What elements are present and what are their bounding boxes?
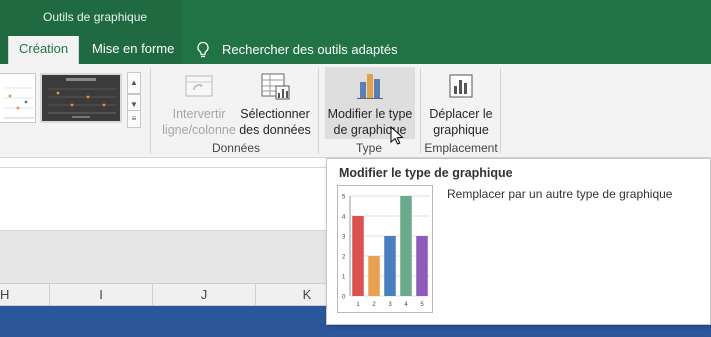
chart-style-thumbnail-selected[interactable]: [40, 73, 122, 123]
switch-row-column-button[interactable]: Intervertir ligne/colonne: [160, 70, 238, 138]
column-header-label: J: [200, 287, 208, 302]
change-chart-type-icon: [357, 74, 383, 99]
chart-style-preview-dark: [48, 78, 116, 118]
move-chart-icon: [449, 74, 473, 98]
switch-row-column-label1: Intervertir: [172, 107, 226, 121]
bar: [352, 216, 364, 296]
tooltip-title: Modifier le type de graphique: [339, 166, 513, 180]
switch-row-column-icon: [185, 75, 213, 97]
column-header-h[interactable]: H: [0, 284, 50, 305]
ribbon-tabs: Création Mise en forme Rechercher des ou…: [0, 36, 711, 64]
bar: [400, 196, 412, 296]
select-data-icon: [261, 73, 290, 100]
move-chart-label1: Déplacer le: [429, 107, 493, 121]
move-chart-label2: graphique: [433, 123, 489, 137]
gallery-scroll-up[interactable]: ▲: [127, 72, 141, 94]
contextual-tab-group: Outils de graphique: [0, 0, 181, 36]
y-tick-label: 4: [342, 215, 346, 221]
select-data-label2: des données: [239, 123, 311, 137]
y-tick-label: 3: [342, 235, 346, 241]
mouse-cursor-icon: [390, 126, 404, 145]
column-header-label: H: [0, 287, 10, 302]
group-separator: [420, 68, 421, 154]
y-tick-label: 1: [342, 275, 346, 281]
tell-me-search[interactable]: Rechercher des outils adaptés: [222, 42, 398, 57]
move-chart-button[interactable]: Déplacer le graphique: [424, 70, 498, 138]
change-chart-type-label1: Modifier le type: [327, 107, 413, 121]
column-header-j[interactable]: J: [153, 284, 256, 305]
y-tick-label: 5: [342, 195, 346, 201]
gallery-more-button[interactable]: ≡: [127, 110, 141, 128]
group-separator: [150, 68, 151, 154]
x-tick-label: 5: [420, 302, 424, 308]
column-header-i[interactable]: I: [50, 284, 153, 305]
ribbon-panel: ▲ ▼ ≡ Intervertir ligne/colonne Sélectio…: [0, 64, 711, 158]
group-separator: [500, 68, 501, 154]
tooltip-description: Remplacer par un autre type de graphique: [447, 187, 673, 201]
chart-style-thumbnail[interactable]: [0, 73, 36, 123]
y-tick-label: 2: [342, 255, 346, 261]
group-label-data: Données: [211, 141, 261, 155]
title-bar: Outils de graphique: [0, 0, 711, 36]
group-label-location: Emplacement: [424, 141, 498, 155]
select-data-button[interactable]: Sélectionner des données: [238, 70, 312, 138]
bar: [416, 236, 428, 296]
bar: [368, 256, 380, 296]
y-tick-label: 0: [342, 295, 346, 301]
select-data-label1: Sélectionner: [240, 107, 310, 121]
chart-style-preview: [4, 87, 34, 119]
tooltip-bar-chart: 0 1 2 3 4 5 1 2 3 4 5: [342, 195, 430, 308]
tab-mise-en-forme[interactable]: Mise en forme: [82, 36, 184, 64]
tab-creation[interactable]: Création: [8, 36, 80, 64]
x-tick-label: 2: [372, 302, 376, 308]
tab-label: Mise en forme: [92, 41, 175, 56]
group-separator: [318, 68, 319, 154]
tooltip-chart-preview: 0 1 2 3 4 5 1 2 3 4 5: [337, 185, 433, 313]
tab-label: Création: [19, 41, 69, 56]
x-tick-label: 3: [388, 302, 392, 308]
contextual-group-title: Outils de graphique: [43, 10, 148, 24]
x-tick-label: 1: [356, 302, 360, 308]
column-header-label: I: [99, 287, 103, 302]
lightbulb-icon[interactable]: [195, 41, 211, 59]
tooltip-change-chart-type: Modifier le type de graphique 0 1 2 3 4 5 1 2 3 4…: [326, 158, 711, 325]
bar: [384, 236, 396, 296]
x-tick-label: 4: [404, 302, 408, 308]
column-header-label: K: [302, 287, 312, 302]
switch-row-column-label2: ligne/colonne: [162, 123, 236, 137]
